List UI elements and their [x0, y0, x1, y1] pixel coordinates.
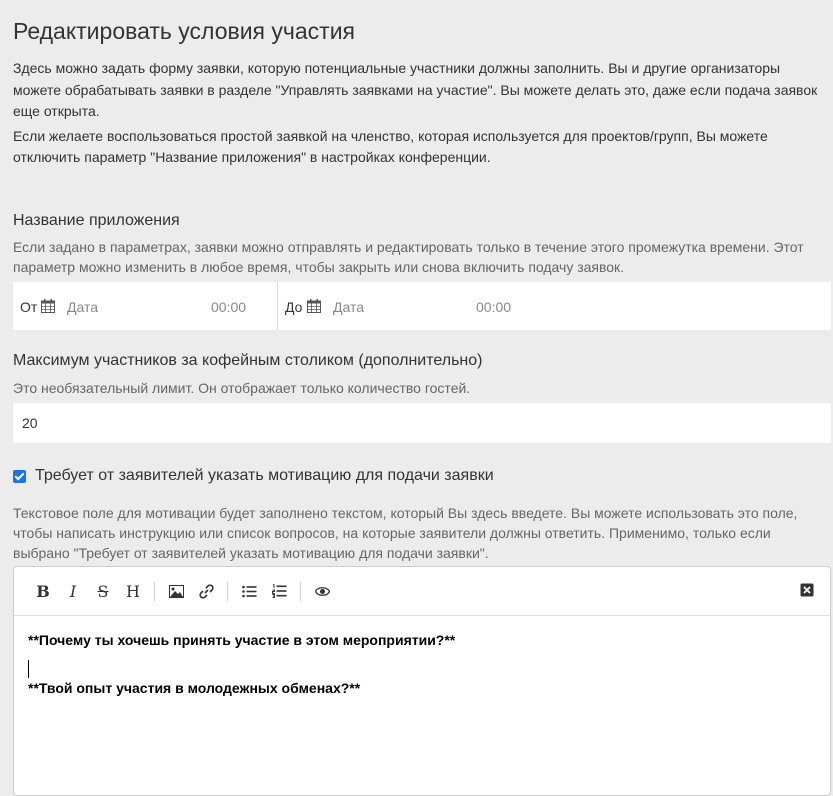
- motivation-help: Текстовое поле для мотивации будет запол…: [13, 505, 798, 561]
- text-cursor: [28, 660, 29, 678]
- italic-button[interactable]: I: [58, 576, 88, 606]
- ordered-list-button[interactable]: [264, 576, 294, 606]
- editor-content[interactable]: **Почему ты хочешь принять участие в это…: [14, 616, 830, 698]
- link-icon: [198, 583, 214, 599]
- image-button[interactable]: [161, 576, 191, 606]
- editor-line-1: **Почему ты хочешь принять участие в это…: [28, 632, 456, 648]
- image-icon: [168, 584, 184, 598]
- eye-icon: [314, 586, 330, 596]
- to-date-input[interactable]: Дата: [333, 299, 364, 315]
- application-name-label: Название приложения: [13, 212, 180, 229]
- editor-toolbar: B I S H: [14, 567, 830, 616]
- intro-paragraph-1: Здесь можно задать форму заявки, которую…: [13, 60, 818, 119]
- from-date-field[interactable]: От Дата 00:00: [13, 282, 278, 330]
- markdown-editor[interactable]: B I S H **Почему ты хочешь принять участ…: [13, 566, 831, 796]
- bold-button[interactable]: B: [28, 576, 58, 606]
- toolbar-divider: [154, 581, 155, 601]
- to-date-field[interactable]: До Дата 00:00: [278, 282, 831, 330]
- to-label: До: [285, 299, 303, 315]
- page-title: Редактировать условия участия: [13, 18, 356, 44]
- toolbar-divider: [300, 581, 301, 601]
- editor-line-2: **Твой опыт участия в молодежных обменах…: [28, 680, 361, 696]
- link-button[interactable]: [191, 576, 221, 606]
- intro-text: Здесь можно задать форму заявки, которую…: [13, 58, 828, 172]
- from-date-input[interactable]: Дата: [67, 299, 98, 315]
- motivation-checkbox-label[interactable]: Требует от заявителей указать мотивацию …: [35, 467, 494, 485]
- motivation-checkbox[interactable]: [13, 469, 26, 483]
- from-time-input[interactable]: 00:00: [211, 299, 246, 315]
- date-range-row: От Дата 00:00 До Дата 00:00: [13, 282, 831, 330]
- toolbar-divider: [227, 581, 228, 601]
- unordered-list-button[interactable]: [234, 576, 264, 606]
- strikethrough-button[interactable]: S: [88, 576, 118, 606]
- from-label: От: [20, 299, 38, 315]
- numbered-list-icon: [271, 584, 286, 598]
- max-participants-label: Максимум участников за кофейным столиком…: [13, 352, 483, 369]
- to-time-input[interactable]: 00:00: [476, 299, 511, 315]
- calendar-icon: [41, 299, 55, 313]
- max-participants-input[interactable]: [13, 403, 831, 443]
- preview-button[interactable]: [307, 576, 337, 606]
- application-name-help: Если задано в параметрах, заявки можно о…: [13, 239, 804, 275]
- close-icon[interactable]: [800, 583, 814, 597]
- heading-button[interactable]: H: [118, 576, 148, 606]
- max-participants-help: Это необязательный лимит. Он отображает …: [13, 380, 471, 396]
- motivation-checkbox-row[interactable]: Требует от заявителей указать мотивацию …: [13, 467, 494, 485]
- bullet-list-icon: [241, 585, 256, 597]
- calendar-icon: [307, 299, 321, 313]
- intro-paragraph-2: Если желаете воспользоваться простой зая…: [13, 127, 768, 166]
